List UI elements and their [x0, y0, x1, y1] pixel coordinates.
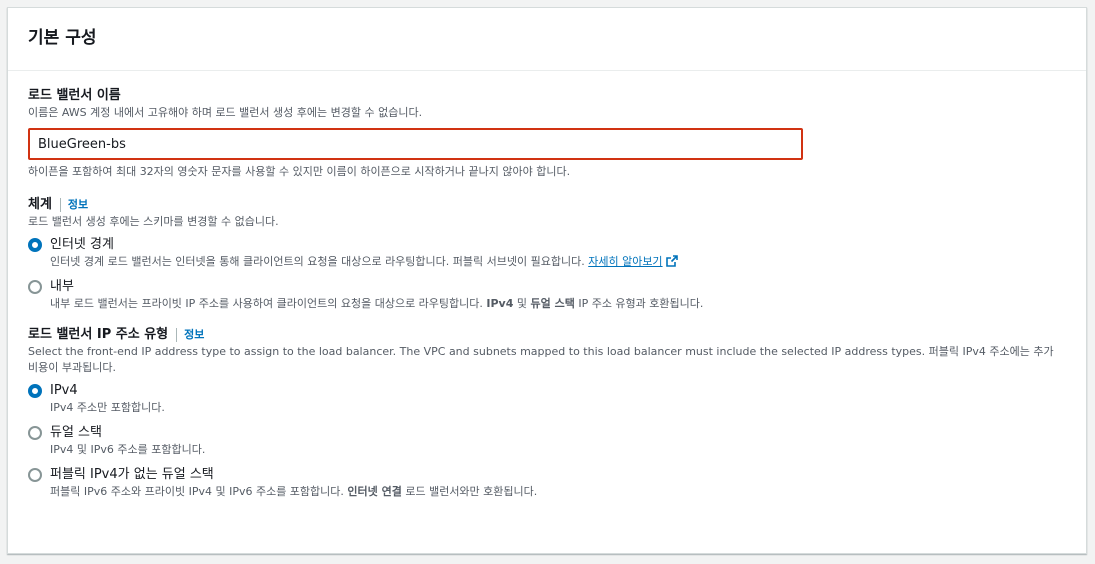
option-description: 내부 로드 밸런서는 프라이빗 IP 주소를 사용하여 클라이언트의 요청을 대…: [50, 296, 703, 312]
radio-button-checked[interactable]: [28, 384, 42, 398]
option-label: 내부: [50, 279, 74, 294]
ip-type-radio-group: IPv4 IPv4 주소만 포함합니다. 듀얼 스택 IPv4 및 IPv6 주…: [28, 382, 1066, 500]
desc-bold: 듀얼 스택: [530, 297, 575, 310]
ip-type-label-row: 로드 밸런서 IP 주소 유형 정보: [28, 326, 1066, 344]
ip-type-field-group: 로드 밸런서 IP 주소 유형 정보 Select the front-end …: [28, 326, 1066, 500]
desc-text: 로드 밸런서와만 호환됩니다.: [401, 485, 538, 498]
desc-text: IP 주소 유형과 호환됩니다.: [574, 297, 704, 310]
external-link-icon: [665, 255, 678, 267]
scheme-radio-group: 인터넷 경계 인터넷 경계 로드 밸런서는 인터넷을 통해 클라이언트의 요청을…: [28, 236, 1066, 312]
load-balancer-name-input[interactable]: [28, 128, 803, 160]
radio-text: 인터넷 경계 인터넷 경계 로드 밸런서는 인터넷을 통해 클라이언트의 요청을…: [50, 236, 678, 270]
learn-more-text: 자세히 알아보기: [588, 255, 663, 268]
scheme-field-group: 체계 정보 로드 밸런서 생성 후에는 스키마를 변경할 수 없습니다. 인터넷…: [28, 196, 1066, 312]
panel-title: 기본 구성: [28, 28, 97, 48]
desc-text: 내부 로드 밸런서는 프라이빗 IP 주소를 사용하여 클라이언트의 요청을 대…: [50, 297, 487, 310]
scheme-label-row: 체계 정보: [28, 196, 1066, 214]
ip-type-label: 로드 밸런서 IP 주소 유형: [28, 327, 169, 342]
learn-more-link[interactable]: 자세히 알아보기: [588, 255, 678, 268]
ip-type-option-ipv4[interactable]: IPv4 IPv4 주소만 포함합니다.: [28, 382, 1066, 416]
basic-configuration-panel: 기본 구성 로드 밸런서 이름 이름은 AWS 계정 내에서 고유해야 하며 로…: [7, 7, 1087, 554]
scheme-label: 체계: [28, 197, 52, 212]
radio-text: 내부 내부 로드 밸런서는 프라이빗 IP 주소를 사용하여 클라이언트의 요청…: [50, 278, 703, 312]
option-description: 퍼블릭 IPv6 주소와 프라이빗 IPv4 및 IPv6 주소를 포함합니다.…: [50, 484, 537, 500]
panel-header: 기본 구성: [8, 8, 1086, 71]
name-field-label: 로드 밸런서 이름: [28, 88, 121, 103]
desc-text: 퍼블릭 IPv6 주소와 프라이빗 IPv4 및 IPv6 주소를 포함합니다.: [50, 485, 348, 498]
desc-bold: 인터넷 연결: [347, 485, 402, 498]
ip-type-option-dualstack[interactable]: 듀얼 스택 IPv4 및 IPv6 주소를 포함합니다.: [28, 424, 1066, 458]
scheme-option-internal[interactable]: 내부 내부 로드 밸런서는 프라이빗 IP 주소를 사용하여 클라이언트의 요청…: [28, 278, 1066, 312]
radio-text: 듀얼 스택 IPv4 및 IPv6 주소를 포함합니다.: [50, 424, 205, 458]
radio-button-unchecked[interactable]: [28, 280, 42, 294]
option-label: 인터넷 경계: [50, 237, 114, 252]
radio-text: 퍼블릭 IPv4가 없는 듀얼 스택 퍼블릭 IPv6 주소와 프라이빗 IPv…: [50, 466, 537, 500]
option-description: IPv4 및 IPv6 주소를 포함합니다.: [50, 443, 206, 456]
desc-bold: IPv4: [486, 297, 514, 310]
ip-type-info-link[interactable]: 정보: [184, 326, 204, 344]
option-label: 퍼블릭 IPv4가 없는 듀얼 스택: [50, 467, 214, 482]
info-divider: [59, 198, 61, 212]
option-description: IPv4 주소만 포함합니다.: [50, 401, 165, 414]
radio-text: IPv4 IPv4 주소만 포함합니다.: [50, 382, 165, 416]
info-divider: [176, 328, 178, 342]
name-field-constraint: 하이픈을 포함하여 최대 32자의 영숫자 문자를 사용할 수 있지만 이름이 …: [28, 165, 571, 178]
radio-button-unchecked[interactable]: [28, 468, 42, 482]
scheme-info-link[interactable]: 정보: [68, 196, 88, 214]
ip-type-description: Select the front-end IP address type to …: [28, 345, 1054, 374]
option-description-text: 인터넷 경계 로드 밸런서는 인터넷을 통해 클라이언트의 요청을 대상으로 라…: [50, 255, 585, 268]
radio-button-unchecked[interactable]: [28, 426, 42, 440]
option-label: 듀얼 스택: [50, 425, 102, 440]
ip-type-option-dualstack-no-public-ipv4[interactable]: 퍼블릭 IPv4가 없는 듀얼 스택 퍼블릭 IPv6 주소와 프라이빗 IPv…: [28, 466, 1066, 500]
scheme-option-internet-facing[interactable]: 인터넷 경계 인터넷 경계 로드 밸런서는 인터넷을 통해 클라이언트의 요청을…: [28, 236, 1066, 270]
panel-body: 로드 밸런서 이름 이름은 AWS 계정 내에서 고유해야 하며 로드 밸런서 …: [8, 71, 1086, 500]
name-field-description: 이름은 AWS 계정 내에서 고유해야 하며 로드 밸런서 생성 후에는 변경할…: [28, 106, 423, 119]
option-description: 인터넷 경계 로드 밸런서는 인터넷을 통해 클라이언트의 요청을 대상으로 라…: [50, 254, 678, 270]
desc-text: 및: [513, 297, 531, 310]
name-field-group: 로드 밸런서 이름 이름은 AWS 계정 내에서 고유해야 하며 로드 밸런서 …: [28, 87, 1066, 180]
radio-button-checked[interactable]: [28, 238, 42, 252]
scheme-description: 로드 밸런서 생성 후에는 스키마를 변경할 수 없습니다.: [28, 215, 279, 228]
option-label: IPv4: [50, 383, 78, 398]
